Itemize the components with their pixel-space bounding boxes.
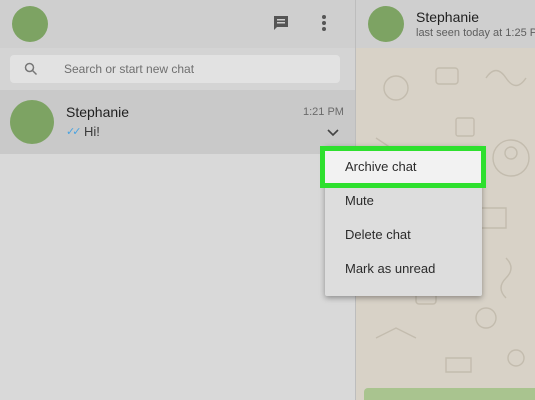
conversation-header[interactable]: Stephanie last seen today at 1:25 P bbox=[356, 0, 535, 48]
chevron-down-icon[interactable] bbox=[326, 126, 340, 138]
last-seen-status: last seen today at 1:25 P bbox=[416, 27, 535, 39]
last-message: Hi! bbox=[84, 124, 100, 139]
search-input[interactable]: Search or start new chat bbox=[10, 55, 340, 83]
new-chat-icon[interactable] bbox=[270, 12, 292, 34]
chat-list-header bbox=[0, 0, 355, 48]
contact-name: Stephanie bbox=[66, 104, 130, 120]
chat-list-panel: Search or start new chat Stephanie 1:21 … bbox=[0, 0, 355, 400]
my-avatar[interactable] bbox=[12, 6, 48, 42]
delete-chat-menu-item[interactable]: Delete chat bbox=[325, 218, 482, 252]
message-time: 1:21 PM bbox=[303, 106, 344, 118]
search-placeholder: Search or start new chat bbox=[64, 62, 195, 76]
conversation-contact-name: Stephanie bbox=[416, 9, 480, 25]
menu-icon[interactable] bbox=[313, 12, 335, 34]
chat-row-stephanie[interactable]: Stephanie 1:21 PM ✓✓ Hi! bbox=[0, 90, 355, 154]
mute-menu-item[interactable]: Mute bbox=[325, 184, 482, 218]
search-bar: Search or start new chat bbox=[0, 48, 355, 90]
contact-avatar bbox=[10, 100, 54, 144]
mark-as-unread-menu-item[interactable]: Mark as unread bbox=[325, 252, 482, 286]
archive-highlight-box bbox=[320, 146, 486, 188]
double-check-icon: ✓✓ bbox=[66, 126, 82, 138]
search-icon bbox=[24, 62, 38, 76]
message-input-strip[interactable] bbox=[364, 388, 535, 400]
contact-avatar bbox=[368, 6, 404, 42]
